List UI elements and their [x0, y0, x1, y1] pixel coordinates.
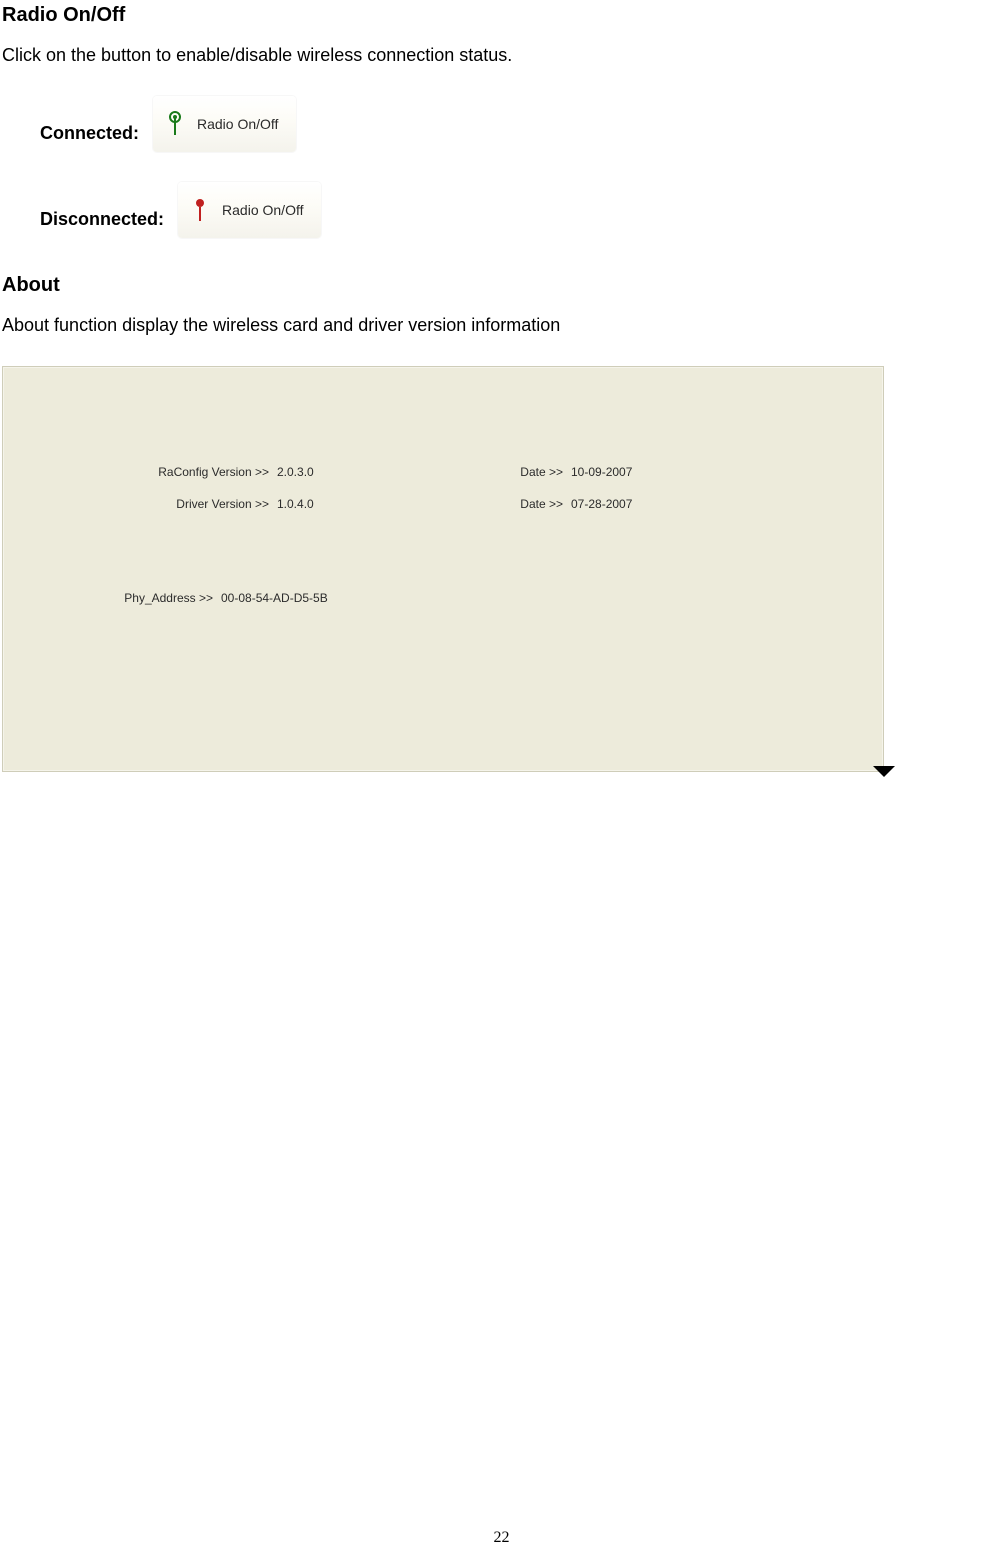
heading-radio-on-off: Radio On/Off — [2, 4, 1003, 27]
radio-button-label: Radio On/Off — [222, 202, 303, 218]
disconnected-icon — [186, 197, 214, 224]
raconfig-version-label: RaConfig Version >> — [119, 465, 275, 479]
driver-version-label: Driver Version >> — [119, 497, 275, 511]
about-description: About function display the wireless card… — [2, 315, 1003, 336]
phy-address-label: Phy_Address >> — [93, 591, 219, 605]
connected-label: Connected: — [40, 105, 153, 144]
raconfig-date-value: 10-09-2007 — [569, 465, 632, 479]
raconfig-date-label: Date >> — [483, 465, 569, 479]
raconfig-version-value: 2.0.3.0 — [275, 465, 314, 479]
driver-date-value: 07-28-2007 — [569, 497, 632, 511]
disconnected-label: Disconnected: — [40, 191, 178, 230]
connected-icon — [161, 111, 189, 138]
phy-address-value: 00-08-54-AD-D5-5B — [219, 591, 328, 605]
radio-button-label: Radio On/Off — [197, 116, 278, 132]
radio-on-off-button-disconnected[interactable]: Radio On/Off — [178, 182, 321, 238]
heading-about: About — [2, 274, 1003, 297]
about-panel: RaConfig Version >> 2.0.3.0 Date >> 10-0… — [2, 366, 884, 772]
radio-description: Click on the button to enable/disable wi… — [2, 45, 1003, 66]
page-number: 22 — [0, 1529, 1003, 1547]
radio-on-off-button-connected[interactable]: Radio On/Off — [153, 96, 296, 152]
dropdown-arrow-icon[interactable] — [873, 766, 895, 777]
driver-date-label: Date >> — [483, 497, 569, 511]
driver-version-value: 1.0.4.0 — [275, 497, 314, 511]
